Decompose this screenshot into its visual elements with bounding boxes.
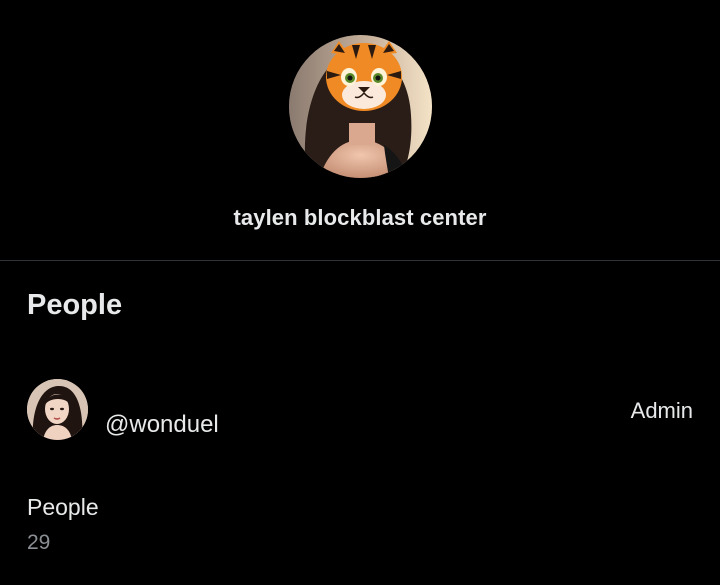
user-photo-avatar-image	[27, 379, 88, 440]
people-count-label: People	[27, 494, 99, 520]
section-divider	[0, 260, 720, 261]
group-avatar[interactable]	[289, 35, 432, 178]
member-row[interactable]: @wonduel Admin	[0, 370, 720, 450]
people-count-value: 29	[27, 531, 51, 554]
people-section-title: People	[27, 289, 123, 321]
member-role-badge: Admin	[630, 398, 693, 423]
tiger-face-avatar-image	[289, 35, 432, 178]
member-handle: @wonduel	[105, 411, 219, 438]
group-name: taylen blockblast center	[233, 205, 487, 230]
avatar[interactable]	[27, 379, 88, 440]
